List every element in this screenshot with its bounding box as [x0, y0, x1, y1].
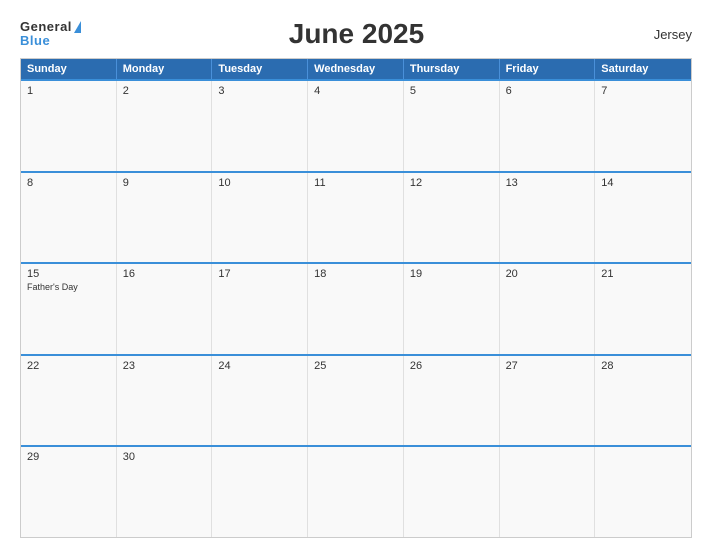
- header-monday: Monday: [117, 59, 213, 79]
- calendar-week-3: 15 Father's Day 16 17 18 19 20 21: [21, 262, 691, 354]
- header-wednesday: Wednesday: [308, 59, 404, 79]
- calendar-week-4: 22 23 24 25 26 27 28: [21, 354, 691, 446]
- header-saturday: Saturday: [595, 59, 691, 79]
- calendar-grid: Sunday Monday Tuesday Wednesday Thursday…: [20, 58, 692, 538]
- cell-jun-30: 30: [117, 447, 213, 537]
- cell-jun-28: 28: [595, 356, 691, 446]
- cell-jun-11: 11: [308, 173, 404, 263]
- cell-jun-4: 4: [308, 81, 404, 171]
- cell-jun-22: 22: [21, 356, 117, 446]
- cell-jun-20: 20: [500, 264, 596, 354]
- calendar-body: 1 2 3 4 5 6 7 8 9 10 11 12 13 14 15: [21, 79, 691, 537]
- cell-empty-1: [212, 447, 308, 537]
- cell-jun-29: 29: [21, 447, 117, 537]
- cell-jun-13: 13: [500, 173, 596, 263]
- cell-jun-14: 14: [595, 173, 691, 263]
- cell-jun-9: 9: [117, 173, 213, 263]
- calendar-header-row: Sunday Monday Tuesday Wednesday Thursday…: [21, 59, 691, 79]
- header-thursday: Thursday: [404, 59, 500, 79]
- cell-jun-27: 27: [500, 356, 596, 446]
- cell-jun-7: 7: [595, 81, 691, 171]
- cell-jun-25: 25: [308, 356, 404, 446]
- cell-jun-23: 23: [117, 356, 213, 446]
- calendar-week-2: 8 9 10 11 12 13 14: [21, 171, 691, 263]
- cell-jun-12: 12: [404, 173, 500, 263]
- logo: General Blue: [20, 20, 81, 49]
- calendar-title: June 2025: [81, 18, 632, 50]
- cell-jun-19: 19: [404, 264, 500, 354]
- cell-jun-8: 8: [21, 173, 117, 263]
- header-tuesday: Tuesday: [212, 59, 308, 79]
- cell-jun-18: 18: [308, 264, 404, 354]
- cell-jun-6: 6: [500, 81, 596, 171]
- calendar-week-5: 29 30: [21, 445, 691, 537]
- region-label: Jersey: [632, 27, 692, 42]
- cell-jun-3: 3: [212, 81, 308, 171]
- cell-jun-1: 1: [21, 81, 117, 171]
- logo-blue-text: Blue: [20, 34, 81, 48]
- cell-jun-10: 10: [212, 173, 308, 263]
- cell-jun-16: 16: [117, 264, 213, 354]
- calendar-week-1: 1 2 3 4 5 6 7: [21, 79, 691, 171]
- header-friday: Friday: [500, 59, 596, 79]
- cell-empty-3: [404, 447, 500, 537]
- cell-jun-17: 17: [212, 264, 308, 354]
- cell-jun-15: 15 Father's Day: [21, 264, 117, 354]
- cell-empty-4: [500, 447, 596, 537]
- cell-jun-24: 24: [212, 356, 308, 446]
- cell-empty-5: [595, 447, 691, 537]
- logo-triangle-icon: [74, 21, 81, 33]
- header-sunday: Sunday: [21, 59, 117, 79]
- cell-jun-21: 21: [595, 264, 691, 354]
- cell-jun-5: 5: [404, 81, 500, 171]
- calendar-page: General Blue June 2025 Jersey Sunday Mon…: [0, 0, 712, 550]
- cell-jun-26: 26: [404, 356, 500, 446]
- page-header: General Blue June 2025 Jersey: [20, 18, 692, 50]
- logo-general-text: General: [20, 20, 81, 34]
- cell-jun-2: 2: [117, 81, 213, 171]
- cell-empty-2: [308, 447, 404, 537]
